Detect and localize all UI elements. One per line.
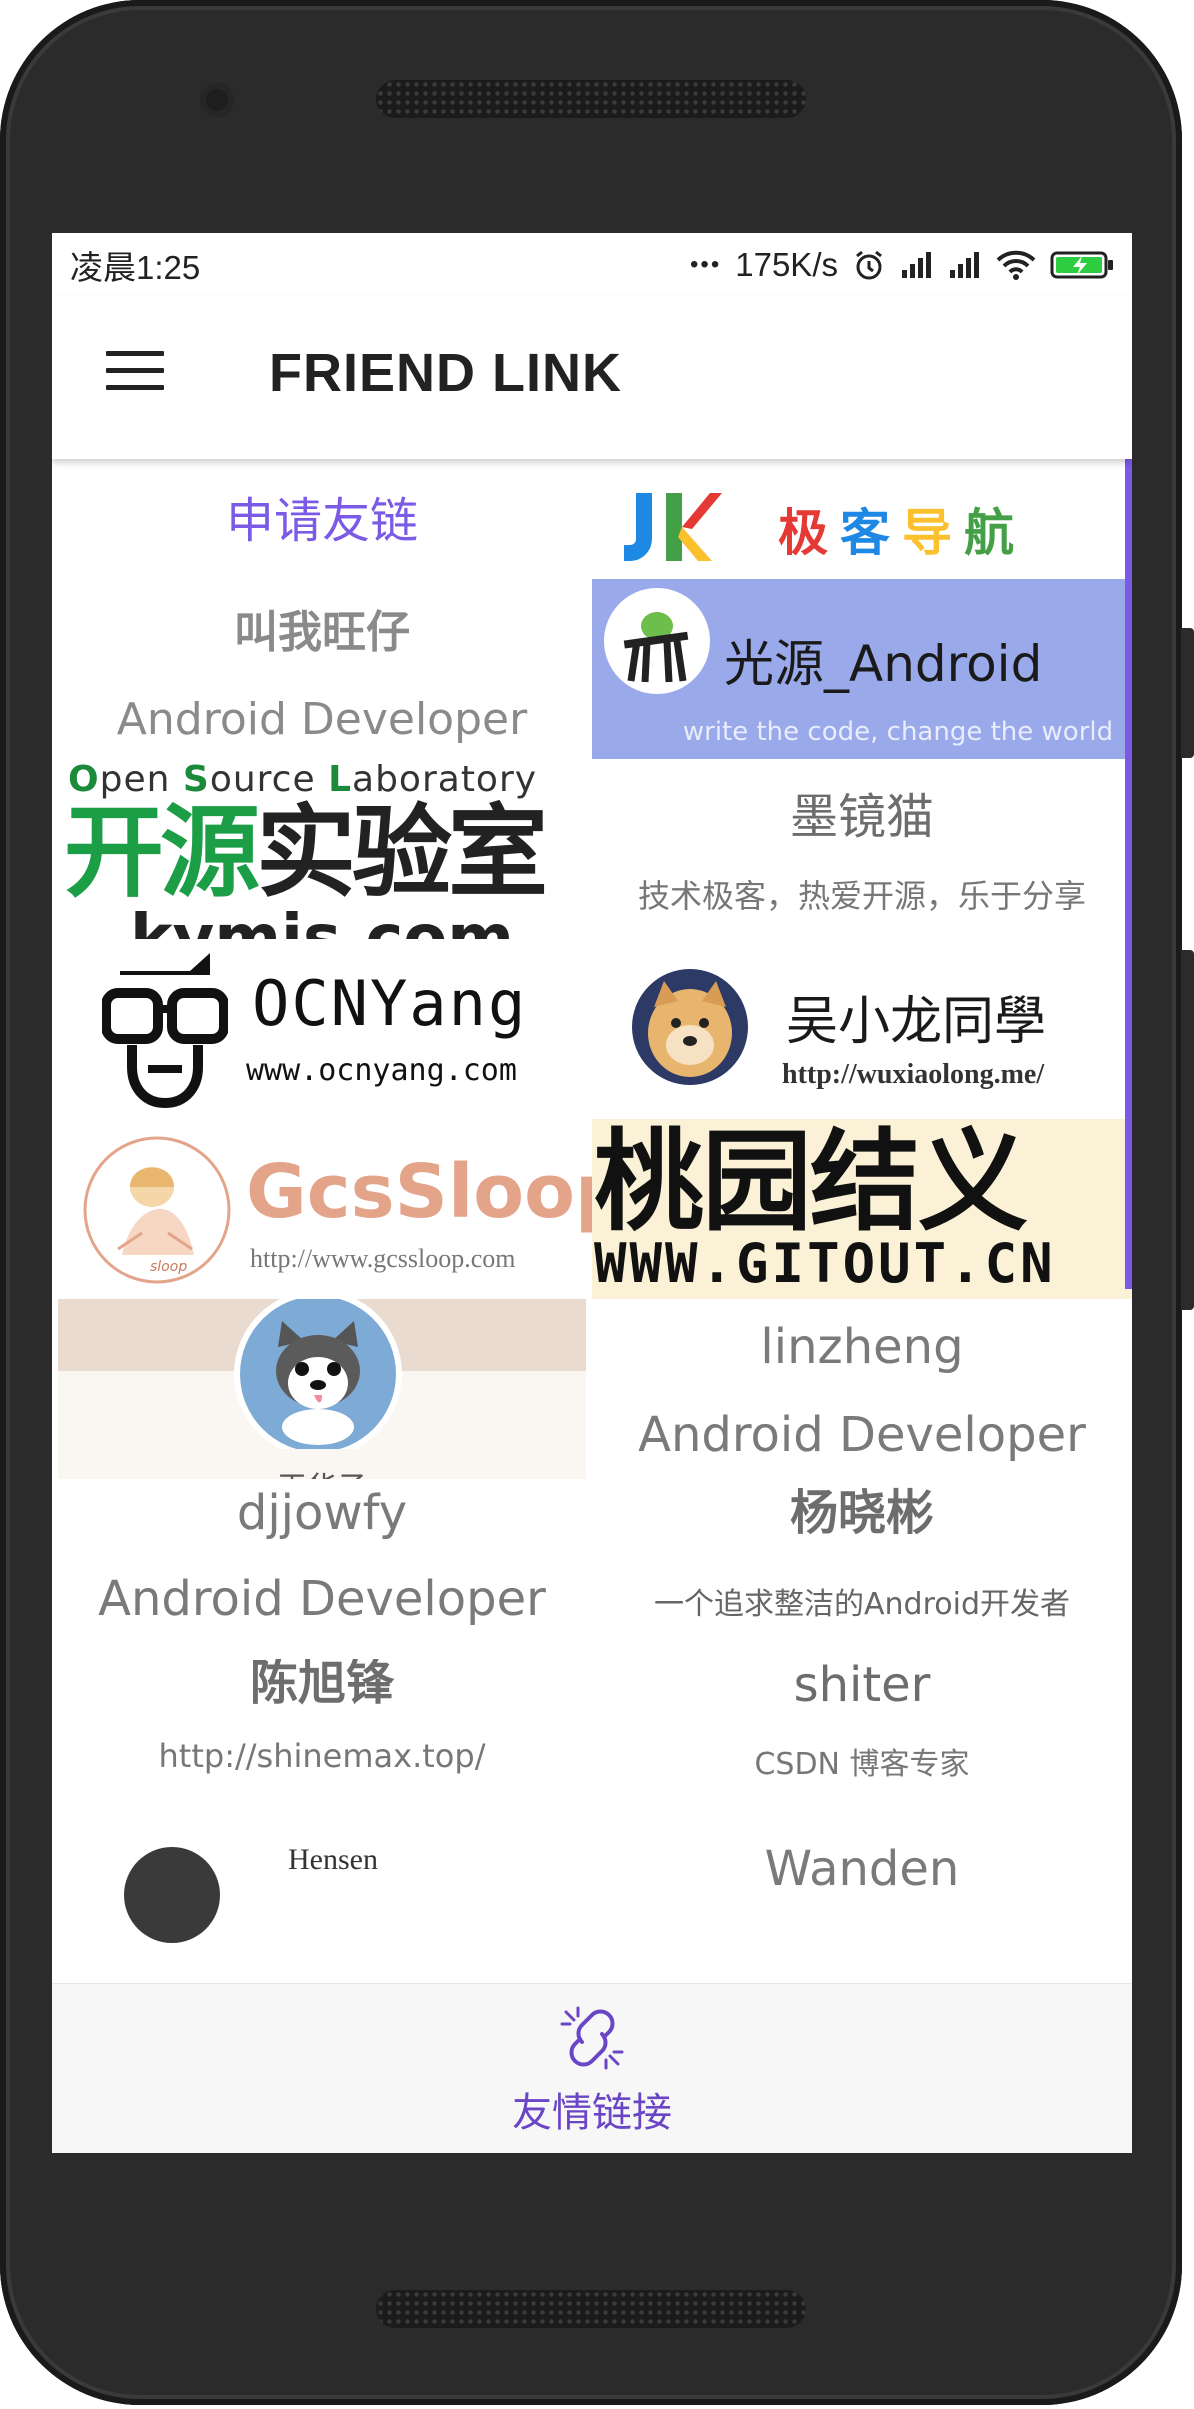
wuxiaolong-card[interactable]: 吴小龙同學 http://wuxiaolong.me/	[592, 939, 1132, 1119]
hensen-avatar	[124, 1847, 220, 1943]
chenxufeng-subtitle: http://shinemax.top/	[158, 1737, 486, 1775]
yangxiaobin-name: 杨晓彬	[789, 1485, 934, 1541]
friend-link-grid: 申请友链 极客导航 叫我旺仔 光源_Android write the code…	[52, 459, 1132, 1983]
gcssloop-name: GcsSloop	[246, 1149, 592, 1235]
djjowfy-card[interactable]: djjowfy Android Developer	[52, 1479, 592, 1659]
chenxufeng-card[interactable]: 陈旭锋 http://shinemax.top/	[52, 1659, 592, 1779]
wanden-name: Wanden	[764, 1841, 960, 1897]
wangzai-name: 叫我旺仔	[234, 607, 410, 658]
husky-card[interactable]: 王华子	[58, 1299, 586, 1479]
battery-charging-icon	[1050, 251, 1113, 278]
shiter-name: shiter	[793, 1659, 931, 1713]
oslab-domain: kymjs.com	[130, 902, 514, 939]
shiter-card[interactable]: shiter CSDN 博客专家	[592, 1659, 1132, 1779]
wangzai-subtitle: Android Developer	[116, 698, 528, 745]
gcssloop-card[interactable]: sloop GcsSloop http://www.gcssloop.com	[52, 1119, 592, 1299]
page-title: FRIEND LINK	[269, 343, 622, 403]
signal-icon-2	[950, 251, 979, 278]
linzheng-name: linzheng	[760, 1319, 964, 1375]
wuxiaolong-url: http://wuxiaolong.me/	[782, 1059, 1045, 1090]
apply-link-card[interactable]: 申请友链	[52, 459, 592, 579]
bottom-navigation: 友情链接	[52, 1983, 1132, 2153]
djjowfy-subtitle: Android Developer	[98, 1571, 546, 1627]
wanden-card[interactable]: Wanden	[592, 1819, 1132, 1983]
ocnyang-card[interactable]: OCNYang www.ocnyang.com	[52, 939, 592, 1119]
mojingmao-subtitle: 技术极客，热爱开源，乐于分享	[637, 877, 1086, 915]
wangzai-subtitle-area: Android Developer	[52, 698, 592, 758]
app-bar: FRIEND LINK	[52, 296, 1132, 459]
husky-caption: 王华子	[58, 1463, 586, 1479]
ocnyang-name: OCNYang	[252, 967, 528, 1040]
husky-avatar	[234, 1299, 402, 1449]
net-speed: 175K/s	[735, 245, 838, 283]
jike-name: 极客导航	[778, 504, 1014, 562]
front-camera	[200, 83, 234, 117]
earpiece-speaker	[376, 80, 806, 118]
wifi-icon	[996, 250, 1036, 280]
shiter-subtitle: CSDN 博客专家	[754, 1747, 970, 1779]
gitout-name: 桃园结义	[594, 1119, 1028, 1246]
ocnyang-url: www.ocnyang.com	[246, 1053, 517, 1088]
link-icon	[560, 2006, 624, 2070]
wuxiaolong-avatar	[632, 969, 748, 1085]
nav-item-friend-link[interactable]: 友情链接	[452, 1984, 732, 2153]
nav-item-label: 友情链接	[512, 2090, 672, 2136]
hensen-name: Hensen	[288, 1843, 378, 1876]
gcssloop-avatar-caption: sloop	[150, 1259, 188, 1275]
gitout-url: WWW.GITOUT.CN	[594, 1232, 1056, 1295]
volume-button	[1181, 628, 1194, 758]
guangyuan-subtitle: write the code, change the world	[682, 717, 1114, 747]
mojingmao-card[interactable]: 墨镜猫 技术极客，热爱开源，乐于分享	[592, 759, 1132, 939]
status-bar: 凌晨1:25 ••• 175K/s	[52, 233, 1132, 296]
linzheng-card[interactable]: linzheng Android Developer	[592, 1299, 1132, 1479]
guangyuan-name: 光源_Android	[724, 635, 1043, 693]
yangxiaobin-card[interactable]: 杨晓彬 一个追求整洁的Android开发者	[592, 1479, 1132, 1659]
mojingmao-name: 墨镜猫	[789, 789, 934, 845]
power-button	[1181, 950, 1194, 1310]
linzheng-subtitle: Android Developer	[638, 1407, 1086, 1463]
wuxiaolong-name: 吴小龙同學	[786, 992, 1047, 1052]
hensen-card[interactable]: Hensen	[52, 1819, 592, 1983]
jike-logo-icon	[624, 493, 722, 561]
ocnyang-logo-icon	[102, 953, 228, 1109]
oslab-card[interactable]: Open Source Laboratory 开源实验室 kymjs.com	[52, 759, 592, 939]
guangyuan-avatar	[604, 588, 710, 694]
menu-icon[interactable]	[106, 351, 164, 391]
guangyuan-card[interactable]: 光源_Android write the code, change the wo…	[592, 579, 1132, 759]
alarm-icon	[856, 250, 882, 279]
yangxiaobin-subtitle: 一个追求整洁的Android开发者	[654, 1587, 1070, 1622]
wangzai-card[interactable]: 叫我旺仔	[52, 579, 592, 698]
chenxufeng-name: 陈旭锋	[249, 1659, 394, 1711]
djjowfy-name: djjowfy	[236, 1485, 408, 1541]
bottom-speaker	[376, 2290, 806, 2328]
oslab-name: 开源实验室	[64, 794, 548, 911]
scrollbar[interactable]	[1125, 459, 1132, 1289]
gitout-card[interactable]: 桃园结义 WWW.GITOUT.CN	[592, 1119, 1132, 1299]
more-dots-icon: •••	[690, 250, 722, 278]
signal-icon	[902, 251, 931, 278]
jike-card[interactable]: 极客导航	[592, 459, 1132, 579]
screen: 凌晨1:25 ••• 175K/s FRIEND LINK 申请友链 极 客 导…	[52, 233, 1132, 2153]
status-time: 凌晨1:25	[70, 248, 201, 286]
gcssloop-url: http://www.gcssloop.com	[250, 1244, 516, 1273]
apply-link-label: 申请友链	[225, 493, 418, 549]
